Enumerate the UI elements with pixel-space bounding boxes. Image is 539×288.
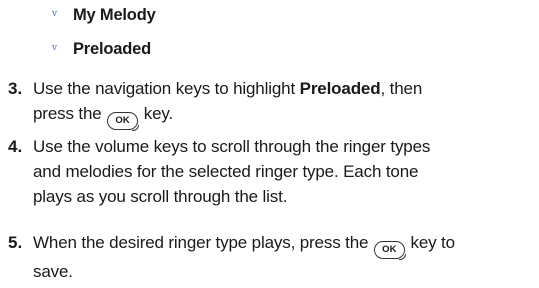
step-line: and melodies for the selected ringer typ… (33, 162, 419, 181)
step-text-fragment: press the (33, 104, 107, 123)
step-number: 3. (8, 79, 23, 98)
step-text: When the desired ringer type plays, pres… (33, 230, 533, 284)
step-number: 4. (8, 137, 23, 156)
step-text-fragment: Use the navigation keys to highlight (33, 79, 300, 98)
step-text: Use the volume keys to scroll through th… (33, 134, 533, 209)
document-page: v My Melody v Preloaded 3. Use the navig… (0, 0, 539, 288)
ok-key-icon: OK (107, 112, 140, 131)
menu-term-preloaded: Preloaded (299, 79, 381, 98)
step-line: Use the navigation keys to highlight Pre… (33, 76, 533, 101)
sub-list-item-label: My Melody (73, 6, 156, 24)
step-text-fragment: key. (139, 104, 174, 123)
step-text-fragment: , then (380, 79, 423, 98)
step-text-fragment: key to (405, 233, 455, 252)
bullet-marker: v (52, 43, 58, 53)
step-text-fragment: When the desired ringer type plays, pres… (33, 233, 373, 252)
step-line: Use the volume keys to scroll through th… (33, 137, 431, 156)
sub-list-item-label: Preloaded (73, 40, 151, 58)
step-number: 5. (8, 233, 23, 252)
step-line: plays as you scroll through the list. (33, 187, 288, 206)
step-line: press the OK key. (33, 101, 533, 131)
step-text: Use the navigation keys to highlight Pre… (33, 76, 533, 131)
bullet-marker: v (52, 9, 58, 19)
step-line: When the desired ringer type plays, pres… (33, 230, 533, 260)
step-line: save. (33, 262, 73, 281)
ok-key-icon: OK (373, 241, 406, 260)
